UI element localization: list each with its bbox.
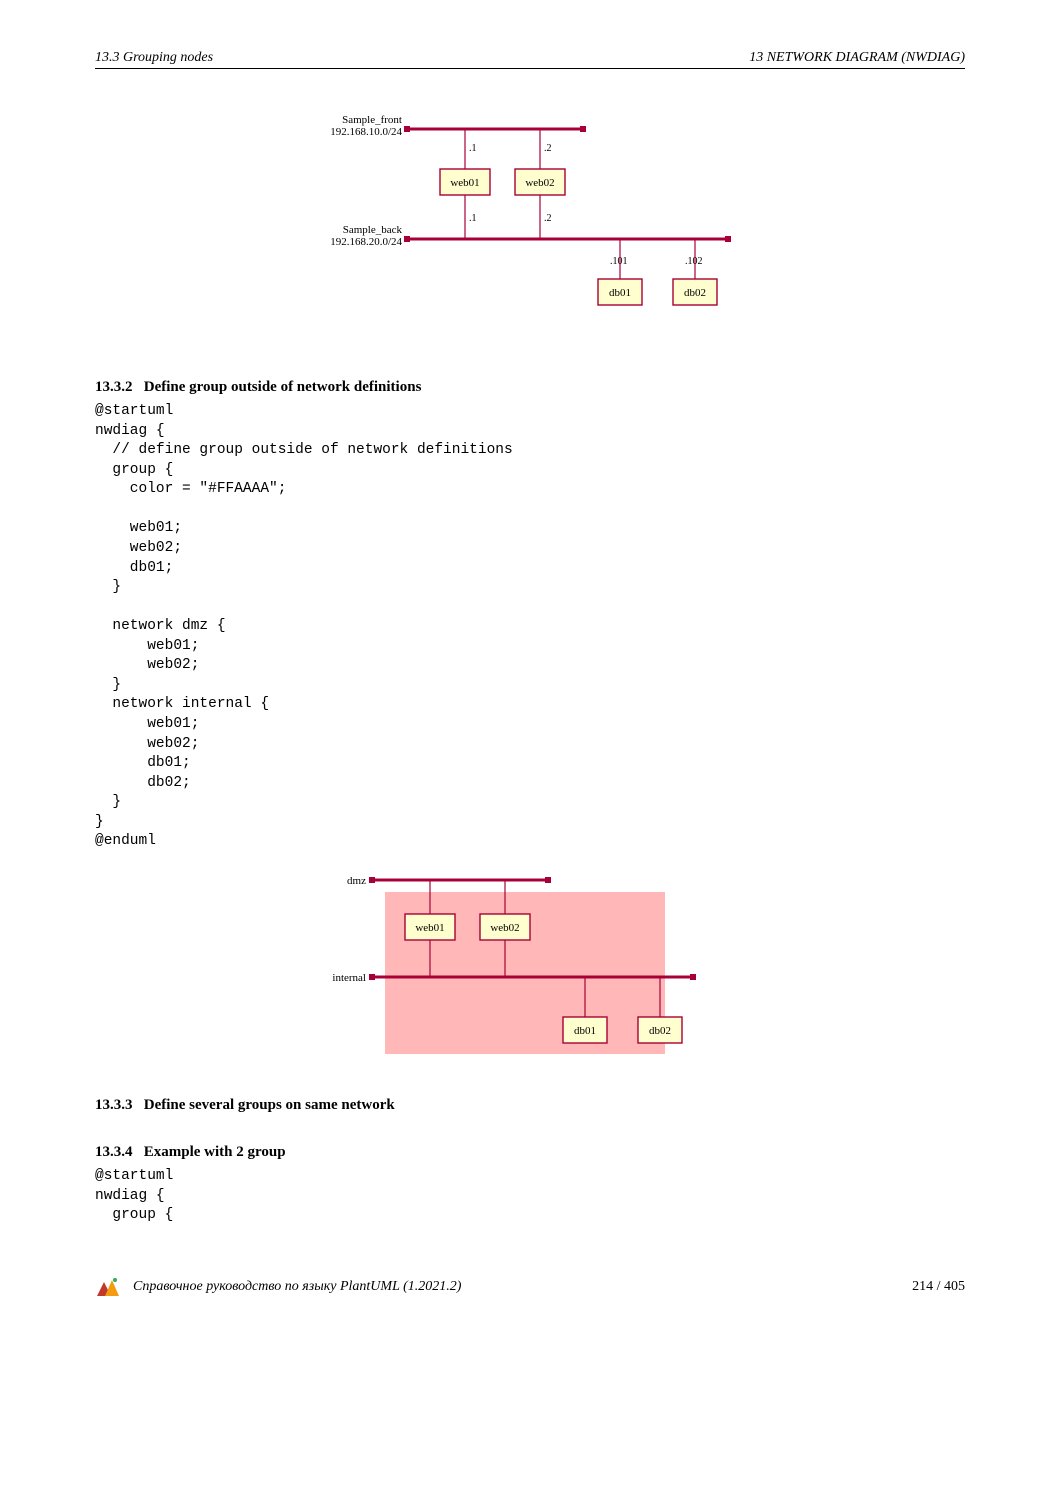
page-number: 214 / 405 [912, 1279, 965, 1295]
svg-text:Sample_front: Sample_front [342, 114, 402, 126]
svg-text:.1: .1 [469, 213, 477, 224]
section-13-3-3: 13.3.3 Define several groups on same net… [95, 1097, 965, 1114]
svg-text:.102: .102 [685, 256, 703, 267]
page-header: 13.3 Grouping nodes 13 NETWORK DIAGRAM (… [95, 50, 965, 69]
section-title: Example with 2 group [144, 1144, 286, 1160]
svg-text:db01: db01 [574, 1025, 596, 1037]
svg-text:192.168.10.0/24: 192.168.10.0/24 [330, 126, 402, 138]
code-block-1: @startuml nwdiag { // define group outsi… [95, 402, 965, 852]
code-block-2: @startuml nwdiag { group { [95, 1167, 965, 1226]
svg-text:.101: .101 [610, 256, 628, 267]
svg-text:db02: db02 [649, 1025, 671, 1037]
page-footer: Справочное руководство по языку PlantUML… [95, 1276, 965, 1298]
svg-text:db01: db01 [609, 287, 631, 299]
header-left: 13.3 Grouping nodes [95, 50, 213, 66]
svg-text:.2: .2 [544, 213, 552, 224]
footer-left: Справочное руководство по языку PlantUML… [95, 1276, 461, 1298]
diagram-2: dmz web01 web02 internal db01 db02 [95, 862, 965, 1057]
svg-text:.1: .1 [469, 143, 477, 154]
svg-text:web01: web01 [415, 922, 444, 934]
svg-text:db02: db02 [684, 287, 706, 299]
page: 13.3 Grouping nodes 13 NETWORK DIAGRAM (… [0, 0, 1060, 1338]
section-13-3-4: 13.3.4 Example with 2 group [95, 1144, 965, 1161]
footer-text: Справочное руководство по языку PlantUML… [133, 1279, 461, 1295]
svg-text:192.168.20.0/24: 192.168.20.0/24 [330, 236, 402, 248]
svg-text:web02: web02 [490, 922, 519, 934]
section-number: 13.3.4 [95, 1144, 133, 1160]
section-title: Define group outside of network definiti… [144, 379, 422, 395]
svg-text:Sample_back: Sample_back [343, 224, 403, 236]
svg-text:web02: web02 [525, 177, 554, 189]
section-13-3-2: 13.3.2 Define group outside of network d… [95, 379, 965, 396]
nwdiag-svg-2: dmz web01 web02 internal db01 db02 [290, 862, 770, 1057]
svg-text:web01: web01 [450, 177, 479, 189]
nwdiag-svg-1: Sample_front 192.168.10.0/24 .1 .2 web01… [290, 109, 770, 339]
section-number: 13.3.3 [95, 1097, 133, 1113]
section-number: 13.3.2 [95, 379, 133, 395]
svg-text:.2: .2 [544, 143, 552, 154]
plantuml-logo-icon [95, 1276, 121, 1298]
svg-text:internal: internal [332, 972, 366, 984]
diagram-1: Sample_front 192.168.10.0/24 .1 .2 web01… [95, 109, 965, 339]
svg-text:dmz: dmz [347, 875, 366, 887]
section-title: Define several groups on same network [144, 1097, 395, 1113]
header-right: 13 NETWORK DIAGRAM (NWDIAG) [749, 50, 965, 66]
